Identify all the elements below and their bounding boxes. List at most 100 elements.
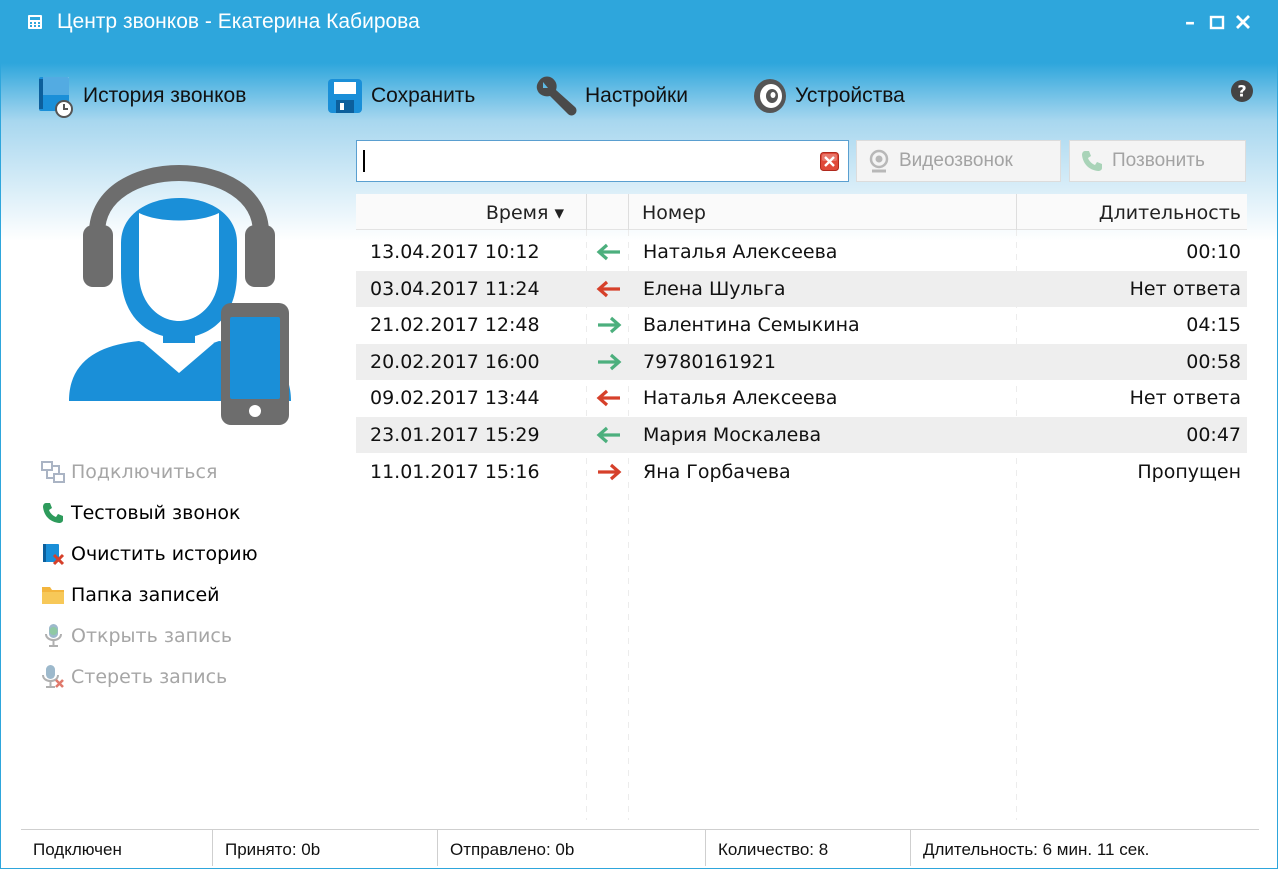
call-time: 03.04.2017 11:24 [370,277,540,300]
table-row[interactable]: 03.04.2017 11:24 Елена Шульга Нет ответа [356,270,1247,307]
call-time: 23.01.2017 15:29 [370,424,540,446]
call-contact: Наталья Алексеева [643,387,838,410]
table-row[interactable]: 23.01.2017 15:29 Мария Москалева 00:47 [356,417,1247,453]
phone-icon [1082,151,1102,171]
svg-text:?: ? [1237,82,1246,101]
records-folder-label: Папка записей [71,583,220,606]
wrench-icon [536,76,577,116]
call-duration: 00:47 [1186,424,1241,446]
settings-button[interactable]: Настройки [533,73,688,119]
arrow-right-icon [598,316,622,334]
column-header-duration[interactable]: Длительность [1099,194,1241,230]
help-icon[interactable]: ? [1230,79,1254,103]
clear-history-icon [43,543,65,565]
open-record-label: Открыть запись [71,624,233,647]
call-duration: 04:15 [1186,314,1241,337]
search-input[interactable] [356,140,849,182]
call-history-button[interactable]: История звонков [37,73,246,119]
call-contact: Валентина Семыкина [643,314,860,337]
connect-menu-item[interactable]: Подключиться [39,451,309,492]
phone-icon [43,502,63,523]
call-time: 13.04.2017 10:12 [370,241,540,263]
webcam-icon [869,149,889,173]
table-header: Время ▾ Номер Длительность [356,194,1247,230]
call-history-label: История звонков [83,84,247,107]
status-connection: Подключен [21,830,213,866]
minimize-icon: – [1185,10,1195,34]
text-caret [363,150,365,172]
close-icon [1236,15,1250,29]
operator-avatar [69,165,291,425]
status-count: Количество: 8 [706,830,911,866]
arrow-left-icon [596,426,620,444]
call-contact: Яна Горбачева [643,460,791,483]
arrow-right-icon [598,463,622,480]
call-center-window: Центр звонков - Екатерина Кабирова – Ист… [0,0,1278,869]
save-icon [328,79,362,113]
call-duration: Нет ответа [1129,387,1241,410]
table-row[interactable]: 21.02.2017 12:48 Валентина Семыкина 04:15 [356,307,1247,343]
arrow-left-icon [596,280,620,297]
microphone-delete-icon [42,664,64,688]
column-divider [1016,194,1017,230]
test-call-label: Тестовый звонок [71,501,241,524]
arrow-right-icon [598,353,622,371]
arrow-left-icon [596,390,620,407]
minimize-button[interactable]: – [1177,9,1203,35]
connect-label: Подключиться [71,460,218,483]
clear-history-menu-item[interactable]: Очистить историю [39,533,309,574]
maximize-icon [1209,15,1225,30]
status-duration: Длительность: 6 мин. 11 сек. [923,840,1150,859]
open-record-menu-item[interactable]: Открыть запись [39,615,309,656]
delete-record-menu-item[interactable]: Стереть запись [39,656,309,697]
connect-icon [41,460,65,483]
devices-label: Устройства [795,84,905,107]
call-time: 09.02.2017 13:44 [370,387,540,410]
save-button[interactable]: Сохранить [325,73,475,119]
call-duration: Нет ответа [1129,277,1241,300]
close-button[interactable] [1230,9,1256,35]
column-divider [628,194,629,230]
delete-record-label: Стереть запись [71,665,228,688]
clear-search-icon[interactable] [820,152,839,171]
call-label: Позвонить [1112,150,1205,171]
column-header-number[interactable]: Номер [642,194,706,230]
folder-icon [42,586,64,604]
video-call-label: Видеозвонок [899,150,1013,171]
call-time: 20.02.2017 16:00 [370,350,540,373]
table-row[interactable]: 20.02.2017 16:00 79780161921 00:58 [356,343,1247,380]
title-bar[interactable]: Центр звонков - Екатерина Кабирова – [1,1,1277,41]
call-time: 11.01.2017 15:16 [370,460,540,483]
settings-label: Настройки [585,84,688,107]
records-folder-menu-item[interactable]: Папка записей [39,574,309,615]
table-row[interactable]: 13.04.2017 10:12 Наталья Алексеева 00:10 [356,234,1247,270]
save-label: Сохранить [371,84,476,107]
column-header-direction[interactable] [586,194,628,230]
maximize-button[interactable] [1204,9,1230,35]
window-title: Центр звонков - Екатерина Кабирова [57,10,420,33]
call-contact: Елена Шульга [643,277,786,300]
status-bar: Подключен Принято: 0b Отправлено: 0b Кол… [21,829,1259,866]
test-call-menu-item[interactable]: Тестовый звонок [39,492,309,533]
side-menu: Подключиться Тестовый звонок Очистить ис… [39,451,309,697]
video-call-button[interactable]: Видеозвонок [856,140,1061,182]
call-contact: Мария Москалева [643,424,822,446]
call-time: 21.02.2017 12:48 [370,314,540,337]
microphone-icon [45,623,62,647]
table-row[interactable]: 11.01.2017 15:16 Яна Горбачева Пропущен [356,454,1247,490]
call-button[interactable]: Позвонить [1069,140,1246,182]
call-history-table: Время ▾ Номер Длительность 13.04.2017 10… [356,194,1247,820]
call-contact: 79780161921 [643,350,776,373]
main-toolbar: История звонков Сохранить Настройки Устр… [1,67,1277,127]
call-duration: Пропущен [1137,460,1241,483]
call-contact: Наталья Алексеева [643,241,838,263]
column-header-time[interactable]: Время ▾ [356,194,586,230]
call-duration: 00:10 [1186,241,1241,263]
call-history-icon [39,77,73,118]
devices-button[interactable]: Устройства [749,73,905,119]
speaker-icon [754,79,786,113]
status-received: Принято: 0b [213,830,438,866]
arrow-left-icon [596,243,620,261]
table-row[interactable]: 09.02.2017 13:44 Наталья Алексеева Нет отв… [356,380,1247,416]
calculator-app-icon [28,15,42,29]
